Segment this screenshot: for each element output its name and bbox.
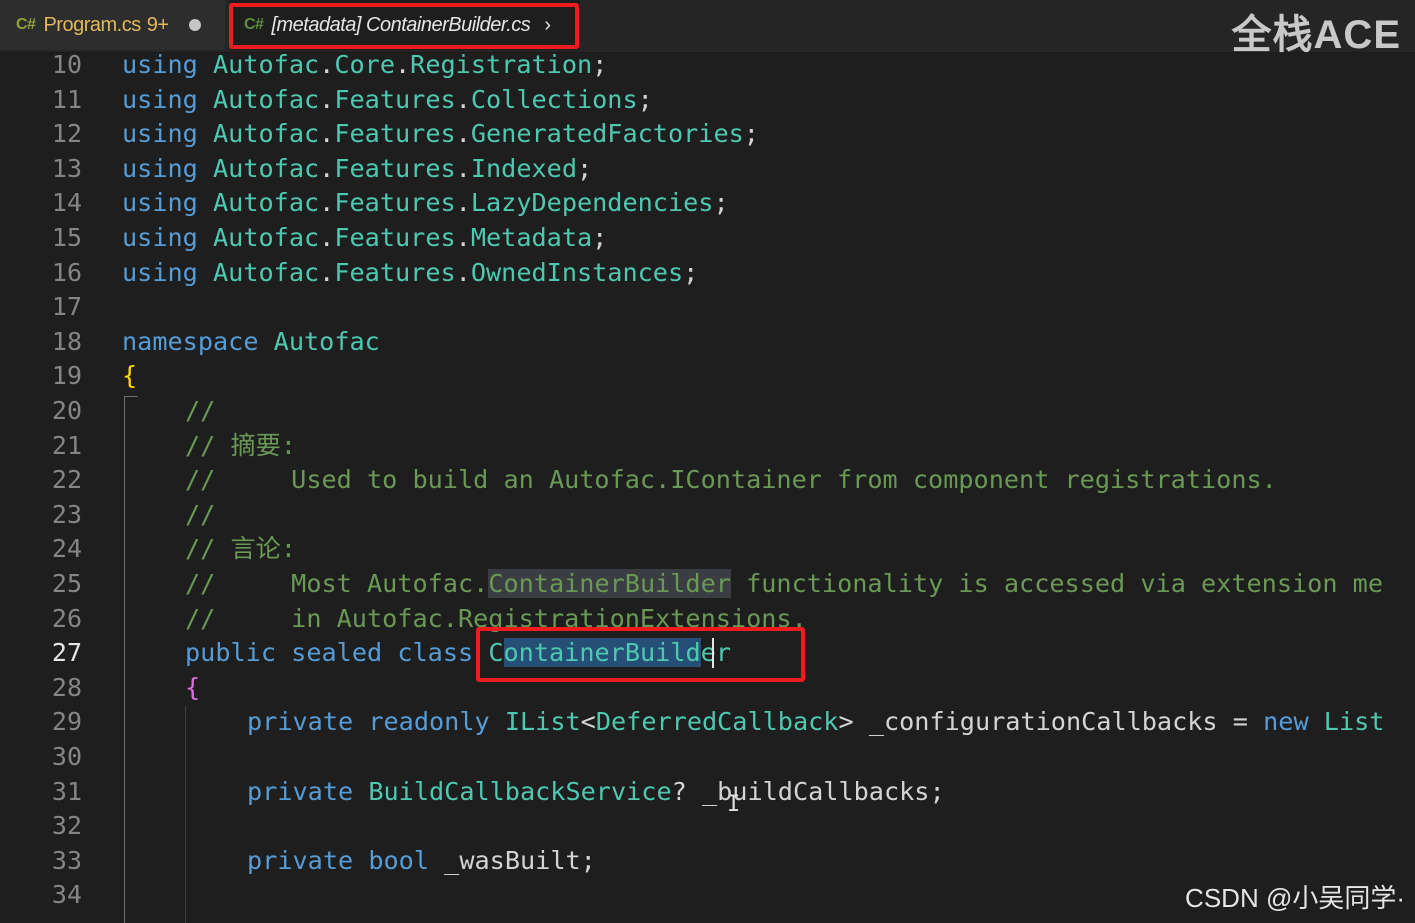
code-line: 24 // 言论: <box>0 532 1415 566</box>
line-number: 18 <box>51 327 82 356</box>
tab-label: Program.cs <box>43 13 141 36</box>
code-text: using Autofac.Features.LazyDependencies; <box>122 188 729 217</box>
code-line: 20 // <box>0 394 1415 428</box>
line-number: 19 <box>51 361 82 390</box>
line-number: 26 <box>51 604 82 633</box>
line-number: 30 <box>51 742 82 771</box>
code-text: using Autofac.Features.Collections; <box>122 85 653 114</box>
line-number: 10 <box>51 50 82 79</box>
code-text: using Autofac.Features.GeneratedFactorie… <box>122 119 759 148</box>
line-number: 13 <box>51 154 82 183</box>
code-line: 33 private bool _wasBuilt; <box>0 844 1415 878</box>
word-occurrence-highlight: ContainerBuilder <box>488 569 731 598</box>
comment-text: // 言论: <box>185 534 297 563</box>
class-open-brace: { <box>185 673 201 702</box>
csdn-credit-watermark: CSDN @小吴同学· <box>1185 883 1405 913</box>
code-line: 19 { <box>0 359 1415 393</box>
code-line: 10 using Autofac.Core.Registration; <box>0 48 1415 82</box>
code-line: 17 <box>0 290 1415 324</box>
code-line: 29 private readonly IList<DeferredCallba… <box>0 705 1415 739</box>
code-text: namespace Autofac <box>122 327 380 356</box>
line-number: 11 <box>51 85 82 114</box>
code-line: 28 { <box>0 671 1415 705</box>
code-line: 13 using Autofac.Features.Indexed; <box>0 152 1415 186</box>
line-number: 25 <box>51 569 82 598</box>
problems-count-badge: 9+ <box>146 13 169 36</box>
line-number: 32 <box>51 811 82 840</box>
comment-text: // Most Autofac.ContainerBuilder functio… <box>185 569 1383 598</box>
line-number: 23 <box>51 500 82 529</box>
code-text: using Autofac.Features.OwnedInstances; <box>122 258 699 287</box>
line-number: 12 <box>51 119 82 148</box>
code-line: 32 <box>0 809 1415 843</box>
comment-text: // Used to build an Autofac.IContainer f… <box>185 465 1277 494</box>
line-number: 31 <box>51 777 82 806</box>
code-line: 14 using Autofac.Features.LazyDependenci… <box>0 186 1415 220</box>
comment-text: // <box>185 396 216 425</box>
code-text: using Autofac.Core.Registration; <box>122 50 608 79</box>
line-number: 20 <box>51 396 82 425</box>
line-number-active: 27 <box>51 638 82 667</box>
line-number: 16 <box>51 258 82 287</box>
line-number: 29 <box>51 707 82 736</box>
code-line: 23 // <box>0 498 1415 532</box>
namespace-open-brace: { <box>122 361 138 390</box>
comment-text: // 摘要: <box>185 431 297 460</box>
tab-program-cs[interactable]: C# Program.cs 9+ <box>0 0 225 50</box>
line-number: 17 <box>51 292 82 321</box>
code-line: 31 private BuildCallbackService? _buildC… <box>0 775 1415 809</box>
code-line: 12 using Autofac.Features.GeneratedFacto… <box>0 117 1415 151</box>
code-line: 18 namespace Autofac <box>0 325 1415 359</box>
code-line: 30 <box>0 740 1415 774</box>
line-number: 21 <box>51 431 82 460</box>
code-text: private readonly IList<DeferredCallback>… <box>247 707 1385 736</box>
unsaved-dot-icon[interactable] <box>188 19 201 31</box>
line-number: 22 <box>51 465 82 494</box>
code-line: 21 // 摘要: <box>0 429 1415 463</box>
csharp-file-icon: C# <box>16 16 36 33</box>
code-text: using Autofac.Features.Metadata; <box>122 223 608 252</box>
line-number: 15 <box>51 223 82 252</box>
line-number: 28 <box>51 673 82 702</box>
comment-text: // <box>185 500 216 529</box>
line-number: 34 <box>51 880 82 909</box>
code-text: private bool _wasBuilt; <box>247 846 596 875</box>
code-line: 25 // Most Autofac.ContainerBuilder func… <box>0 567 1415 601</box>
line-number: 24 <box>51 534 82 563</box>
code-line: 15 using Autofac.Features.Metadata; <box>0 221 1415 255</box>
editor-tab-bar: C# Program.cs 9+ C# [metadata] Container… <box>0 0 1415 57</box>
code-line: 11 using Autofac.Features.Collections; <box>0 83 1415 117</box>
code-text: using Autofac.Features.Indexed; <box>122 154 593 183</box>
line-number: 33 <box>51 846 82 875</box>
code-line: 16 using Autofac.Features.OwnedInstances… <box>0 256 1415 290</box>
line-number: 14 <box>51 188 82 217</box>
code-text: private BuildCallbackService? _buildCall… <box>247 777 945 806</box>
code-line: 22 // Used to build an Autofac.IContaine… <box>0 463 1415 497</box>
annotation-highlight-box <box>229 3 579 49</box>
